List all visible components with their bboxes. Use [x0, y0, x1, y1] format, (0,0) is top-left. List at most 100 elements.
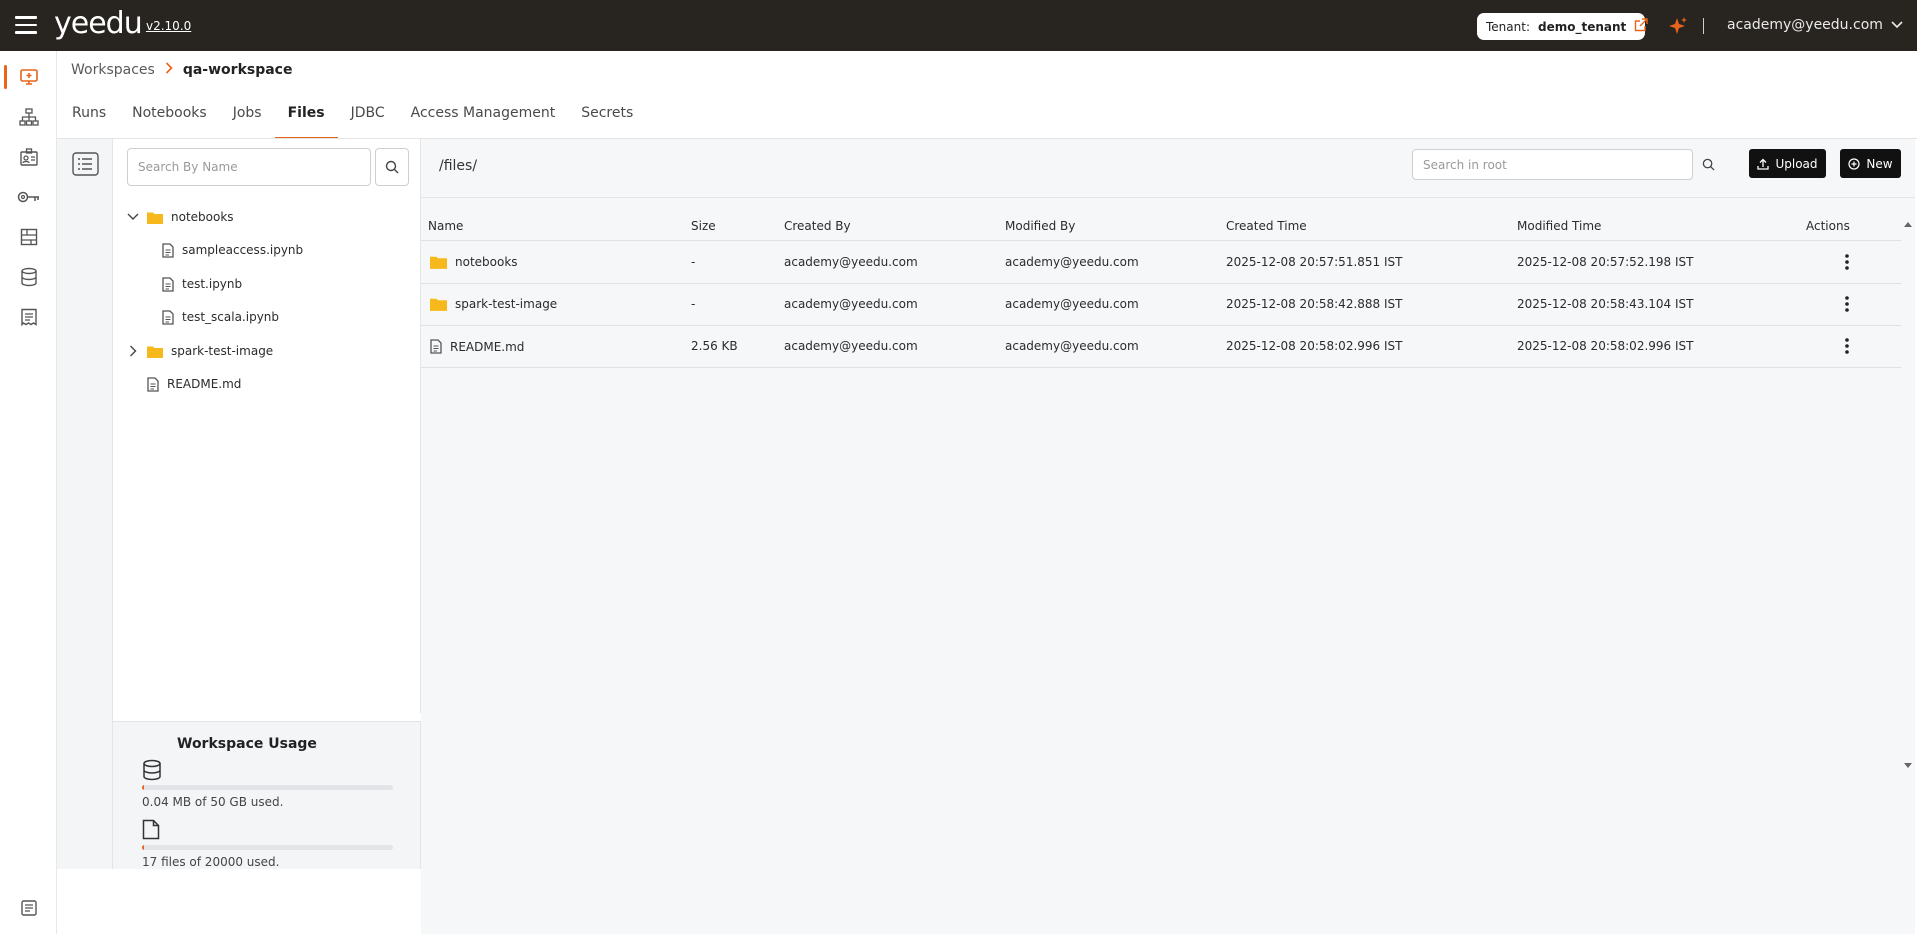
app-version[interactable]: v2.10.0: [146, 19, 191, 33]
rail-item-billing[interactable]: [0, 220, 57, 254]
file-size: -: [691, 297, 696, 311]
table-row[interactable]: README.md 2.56 KB academy@yeedu.com acad…: [421, 326, 1901, 368]
file-modified-by: academy@yeedu.com: [1005, 255, 1139, 269]
file-modified-time: 2025-12-08 20:58:02.996 IST: [1517, 339, 1694, 353]
rail-item-clusters[interactable]: [0, 100, 57, 134]
tab-secrets[interactable]: Secrets: [568, 96, 646, 139]
tree-item-notebooks[interactable]: notebooks: [127, 206, 234, 228]
file-modified-time: 2025-12-08 20:57:52.198 IST: [1517, 255, 1694, 269]
upload-button[interactable]: Upload: [1749, 149, 1826, 178]
file-name: README.md: [450, 339, 525, 354]
storage-usage-text: 0.04 MB of 50 GB used.: [142, 795, 284, 809]
rail-item-workspaces[interactable]: [0, 60, 57, 94]
monitor-plus-icon: [19, 69, 38, 85]
tab-jobs[interactable]: Jobs: [220, 96, 275, 139]
column-header-size[interactable]: Size: [691, 219, 716, 233]
scroll-up-arrow[interactable]: [1903, 217, 1913, 227]
current-path: /files/: [439, 158, 478, 174]
workspace-usage-panel: Workspace Usage 0.04 MB of 50 GB used. 1…: [113, 721, 421, 869]
chevron-right-icon[interactable]: [127, 345, 139, 357]
file-icon: [147, 376, 159, 392]
table-header: Name Size Created By Modified By Created…: [421, 211, 1901, 241]
file-created-by: academy@yeedu.com: [784, 255, 918, 269]
table-row[interactable]: notebooks - academy@yeedu.com academy@ye…: [421, 242, 1901, 284]
file-size: -: [691, 255, 696, 269]
scroll-down-arrow[interactable]: [1903, 759, 1913, 768]
chevron-down-icon[interactable]: [127, 213, 139, 221]
hierarchy-icon: [18, 108, 39, 126]
search-icon: [385, 160, 399, 174]
file-name: notebooks: [455, 255, 518, 269]
column-header-modified-by[interactable]: Modified By: [1005, 219, 1075, 233]
tree-item-label: sampleaccess.ipynb: [182, 243, 304, 257]
left-rail: [0, 51, 57, 934]
file-icon: [162, 276, 174, 292]
tree-item-spark-test-image[interactable]: spark-test-image: [127, 340, 273, 362]
column-header-name[interactable]: Name: [428, 219, 463, 233]
file-tree-panel: notebooks sampleaccess.ipynb test.ipynb …: [113, 139, 421, 713]
folder-icon: [147, 345, 163, 358]
tree-item-label: spark-test-image: [171, 344, 274, 358]
rail-item-notes[interactable]: [0, 891, 57, 925]
workspace-tabs: Runs Notebooks Jobs Files JDBC Access Ma…: [59, 96, 646, 139]
column-header-modified-time[interactable]: Modified Time: [1517, 219, 1601, 233]
file-modified-time: 2025-12-08 20:58:43.104 IST: [1517, 297, 1694, 311]
search-icon: [1702, 158, 1715, 171]
menu-icon[interactable]: [15, 16, 37, 34]
tree-item-readme[interactable]: README.md: [147, 373, 241, 395]
file-icon: [162, 242, 174, 258]
tab-access-management[interactable]: Access Management: [398, 96, 569, 139]
external-link-icon: [1634, 18, 1648, 35]
chevron-right-icon: [165, 62, 173, 78]
list-view-icon[interactable]: [72, 152, 99, 176]
tab-files[interactable]: Files: [274, 96, 338, 139]
root-search-button[interactable]: [1693, 149, 1723, 180]
rail-item-users[interactable]: [0, 140, 57, 174]
upload-icon: [1757, 158, 1770, 170]
storage-usage-bar: [142, 785, 393, 790]
table-row[interactable]: spark-test-image - academy@yeedu.com aca…: [421, 284, 1901, 326]
tree-search-input[interactable]: [127, 148, 371, 186]
file-created-time: 2025-12-08 20:58:42.888 IST: [1226, 297, 1403, 311]
file-name-cell[interactable]: spark-test-image: [430, 297, 557, 311]
database-icon: [142, 759, 162, 785]
user-email: academy@yeedu.com: [1727, 17, 1883, 33]
more-vert-icon[interactable]: [1837, 293, 1857, 315]
tab-jdbc[interactable]: JDBC: [338, 96, 398, 139]
file-name-cell[interactable]: notebooks: [430, 255, 518, 269]
more-vert-icon[interactable]: [1837, 335, 1857, 357]
file-created-time: 2025-12-08 20:58:02.996 IST: [1226, 339, 1403, 353]
files-toolbar: /files/ Upload New: [421, 139, 1915, 198]
tree-toggle-column: [57, 139, 113, 869]
tree-item-label: test_scala.ipynb: [182, 310, 280, 324]
tenant-label: Tenant:: [1486, 19, 1530, 34]
new-button[interactable]: New: [1840, 149, 1901, 178]
tab-runs[interactable]: Runs: [59, 96, 119, 139]
tree-item-test-ipynb[interactable]: test.ipynb: [162, 273, 242, 295]
user-menu[interactable]: academy@yeedu.com: [1727, 17, 1903, 33]
app-logo[interactable]: yeedu: [54, 6, 143, 41]
tree-search-button[interactable]: [375, 148, 409, 186]
breadcrumb-workspaces[interactable]: Workspaces: [71, 62, 155, 78]
file-created-by: academy@yeedu.com: [784, 339, 918, 353]
column-header-created-by[interactable]: Created By: [784, 219, 851, 233]
rail-item-docs[interactable]: [0, 300, 57, 334]
new-label: New: [1866, 156, 1893, 171]
receipt-icon: [20, 308, 37, 327]
file-name-cell[interactable]: README.md: [430, 339, 524, 354]
column-header-created-time[interactable]: Created Time: [1226, 219, 1307, 233]
file-modified-by: academy@yeedu.com: [1005, 339, 1139, 353]
more-vert-icon[interactable]: [1837, 251, 1857, 273]
key-icon: [17, 191, 39, 203]
tenant-selector[interactable]: Tenant: demo_tenant: [1477, 13, 1648, 40]
rail-item-credentials[interactable]: [0, 180, 57, 214]
tab-notebooks[interactable]: Notebooks: [119, 96, 220, 139]
root-search-input[interactable]: [1412, 149, 1693, 180]
rail-item-metastore[interactable]: [0, 260, 57, 294]
file-icon: [430, 339, 442, 354]
tree-item-sampleaccess[interactable]: sampleaccess.ipynb: [162, 239, 303, 261]
tree-item-label: README.md: [167, 377, 242, 391]
tree-item-test-scala[interactable]: test_scala.ipynb: [162, 306, 279, 328]
files-usage-text: 17 files of 20000 used.: [142, 855, 280, 869]
sparkle-icon[interactable]: [1667, 15, 1689, 37]
